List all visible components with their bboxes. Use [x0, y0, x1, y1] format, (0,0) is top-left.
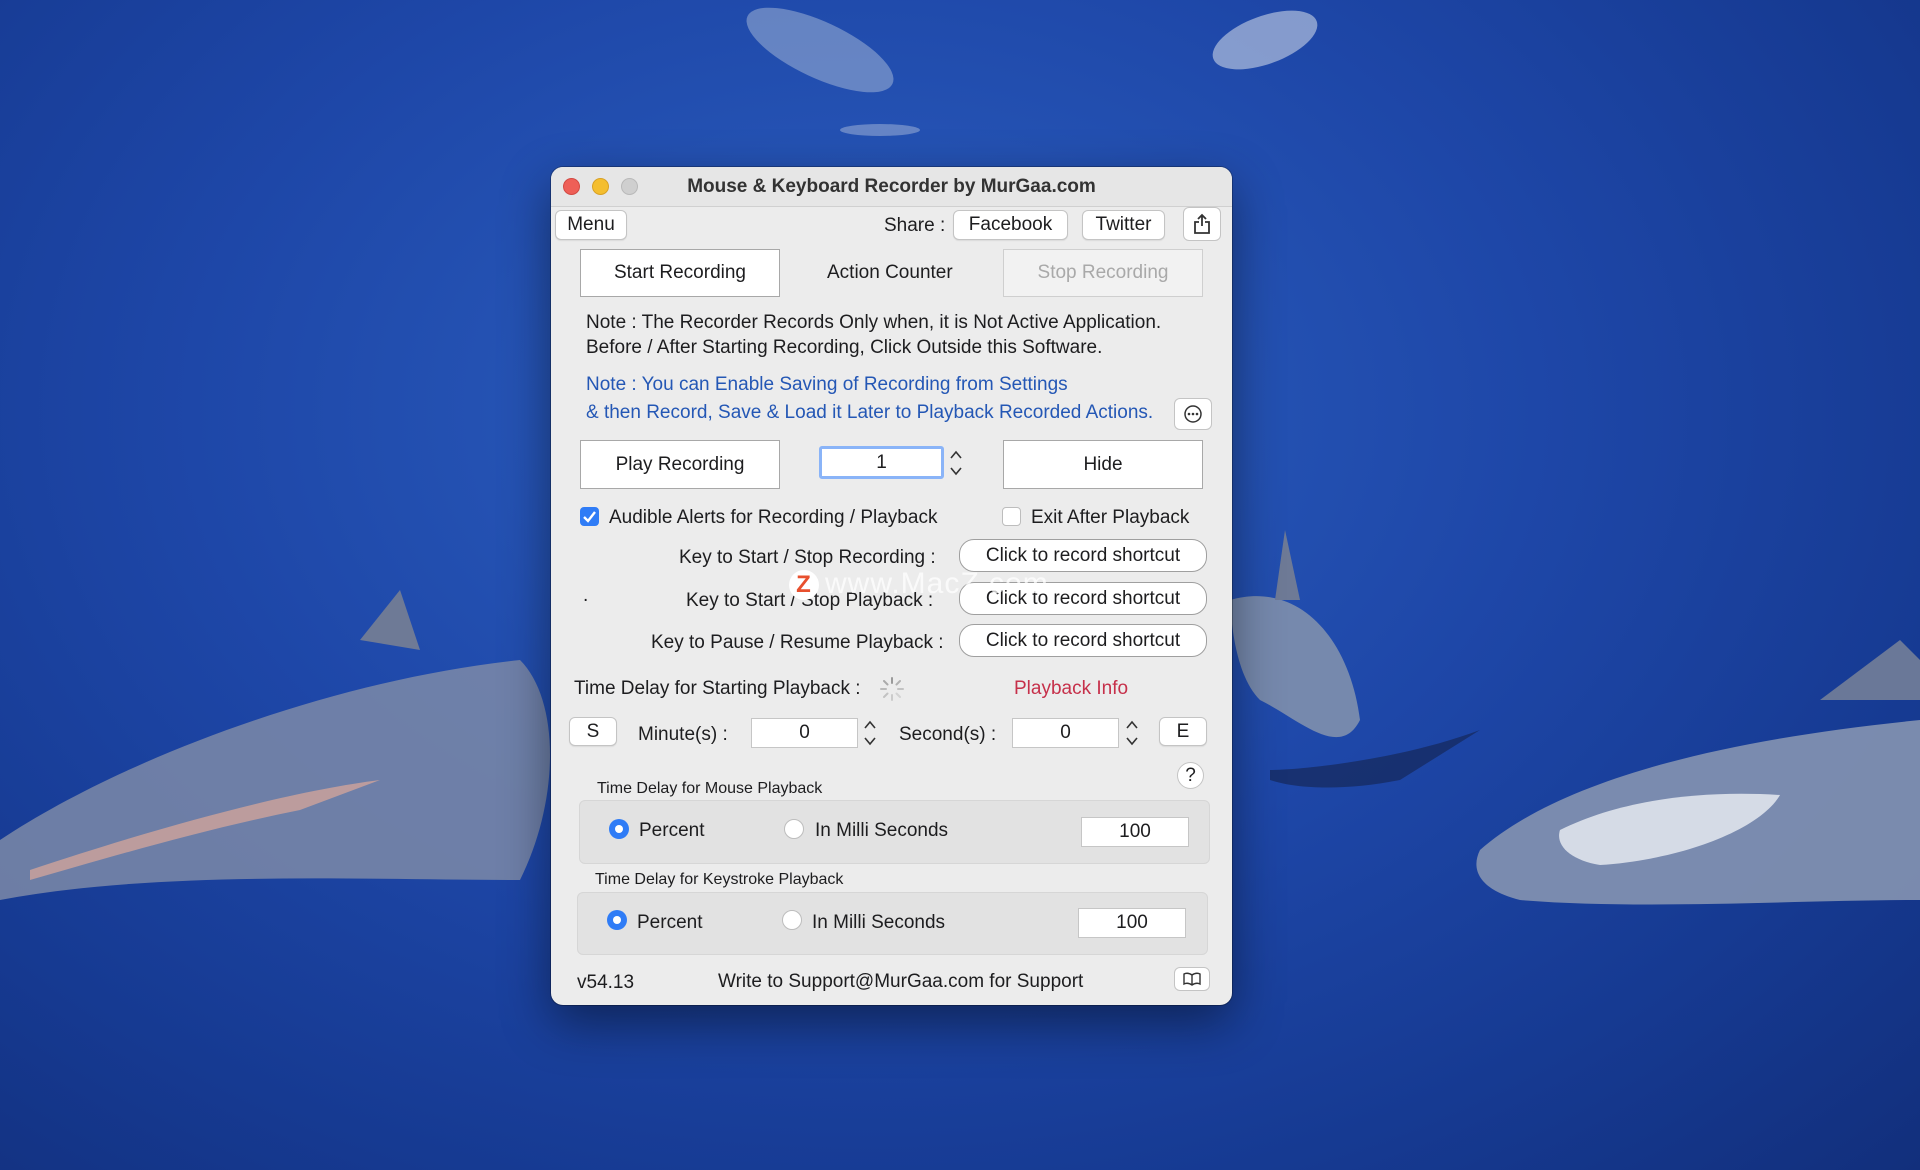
seconds-stepper[interactable] [1125, 718, 1139, 748]
start-recording-button[interactable]: Start Recording [580, 249, 780, 297]
note-saving-line2: & then Record, Save & Load it Later to P… [586, 402, 1154, 423]
menu-button[interactable]: Menu [555, 210, 627, 240]
mouse-delay-value-field[interactable]: 100 [1081, 817, 1189, 847]
exit-after-playback-checkbox[interactable] [1002, 507, 1021, 526]
mouse-ms-label: In Milli Seconds [815, 820, 949, 841]
minutes-stepper[interactable] [863, 718, 877, 748]
playback-count-field[interactable]: 1 [819, 446, 944, 479]
playback-info-link[interactable]: Playback Info [1014, 678, 1128, 700]
keystroke-delay-value-field[interactable]: 100 [1078, 908, 1186, 938]
play-recording-button[interactable]: Play Recording [580, 440, 780, 489]
ellipsis-circle-icon [1184, 405, 1202, 423]
keystroke-percent-label: Percent [637, 912, 703, 933]
support-label: Write to Support@MurGaa.com for Support [718, 971, 1084, 992]
keystroke-ms-radio[interactable] [782, 910, 802, 930]
time-delay-label: Time Delay for Starting Playback : [574, 678, 861, 699]
app-window: Mouse & Keyboard Recorder by MurGaa.com … [551, 167, 1232, 1005]
s-button[interactable]: S [569, 717, 617, 746]
watermark: Zwww.MacZ.com [789, 567, 1049, 601]
keystroke-ms-label: In Milli Seconds [812, 912, 946, 933]
mouse-percent-radio[interactable] [609, 819, 629, 839]
watermark-logo-icon: Z [789, 570, 819, 601]
note-saving-line1: Note : You can Enable Saving of Recordin… [586, 374, 1068, 395]
e-button[interactable]: E [1159, 717, 1207, 746]
shortcut-label-pause-resume: Key to Pause / Resume Playback : [651, 632, 944, 653]
shortcut-label-start-stop-recording: Key to Start / Stop Recording : [679, 547, 936, 568]
keystroke-delay-title: Time Delay for Keystroke Playback [595, 871, 844, 888]
record-shortcut-pause-button[interactable]: Click to record shortcut [959, 624, 1207, 657]
action-counter-label: Action Counter [827, 262, 953, 283]
help-button[interactable]: ? [1177, 762, 1204, 789]
title-bar: Mouse & Keyboard Recorder by MurGaa.com [551, 167, 1232, 207]
facebook-button[interactable]: Facebook [953, 210, 1068, 240]
playback-count-stepper[interactable] [949, 448, 963, 478]
watermark-text: www.MacZ.com [825, 567, 1049, 600]
note-inactive-line1: Note : The Recorder Records Only when, i… [586, 312, 1162, 333]
hide-button[interactable]: Hide [1003, 440, 1203, 489]
mouse-ms-radio[interactable] [784, 819, 804, 839]
minutes-label: Minute(s) : [638, 724, 728, 745]
twitter-button[interactable]: Twitter [1082, 210, 1165, 240]
mouse-delay-title: Time Delay for Mouse Playback [597, 780, 823, 797]
share-label: Share : [884, 215, 946, 236]
window-title: Mouse & Keyboard Recorder by MurGaa.com [687, 176, 1096, 197]
manual-button[interactable] [1174, 967, 1210, 991]
exit-after-playback-label: Exit After Playback [1031, 507, 1190, 528]
spinner-icon [880, 677, 904, 701]
share-button[interactable] [1183, 207, 1221, 241]
version-label: v54.13 [577, 972, 635, 993]
share-icon [1194, 213, 1210, 234]
minutes-field[interactable]: 0 [751, 718, 858, 748]
stop-recording-button[interactable]: Stop Recording [1003, 249, 1203, 297]
audible-alerts-checkbox[interactable] [580, 507, 599, 526]
seconds-label: Second(s) : [899, 724, 997, 745]
note-inactive-line2: Before / After Starting Recording, Click… [586, 337, 1103, 358]
checkmark-icon [583, 511, 596, 523]
dot-label: . [583, 585, 589, 606]
mouse-percent-label: Percent [639, 820, 705, 841]
audible-alerts-label: Audible Alerts for Recording / Playback [609, 507, 938, 528]
seconds-field[interactable]: 0 [1012, 718, 1119, 748]
more-options-button[interactable] [1174, 398, 1212, 430]
keystroke-percent-radio[interactable] [607, 910, 627, 930]
book-icon [1183, 972, 1201, 986]
